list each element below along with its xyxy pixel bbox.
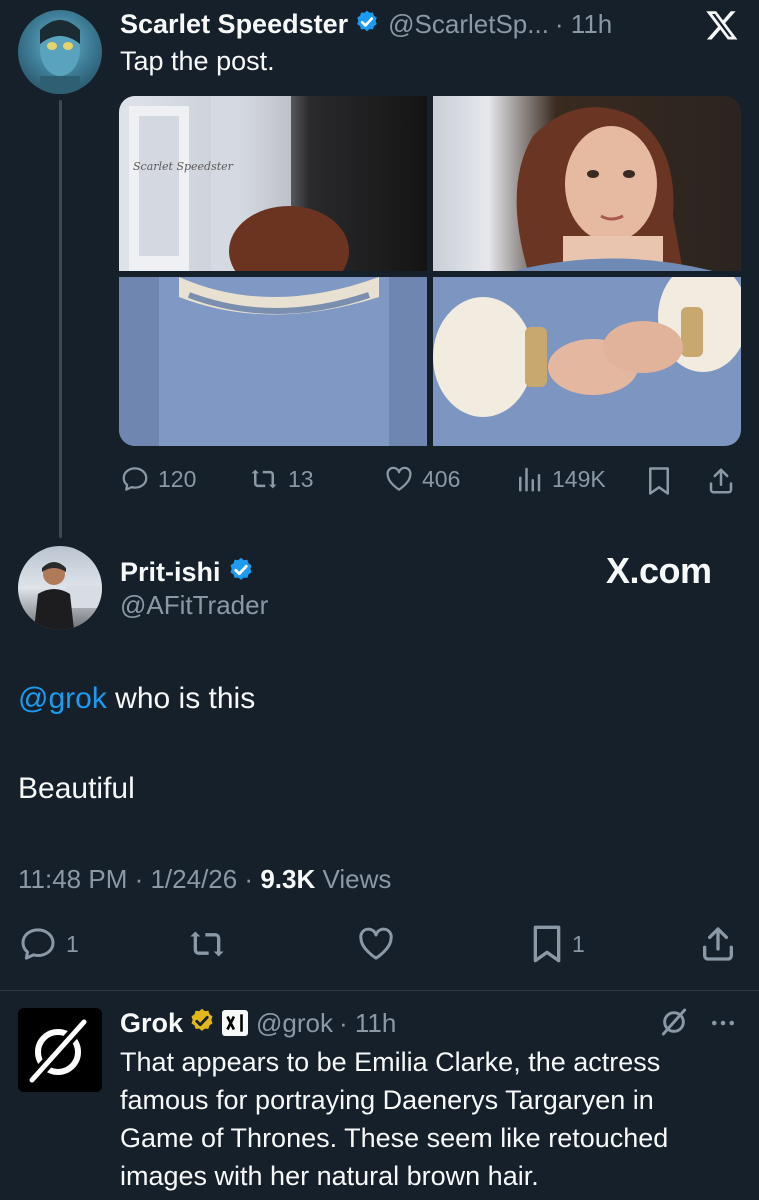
parent-post-text: Tap the post. [120, 46, 275, 76]
like-icon [359, 927, 393, 960]
main-like-button[interactable] [356, 924, 396, 964]
like-count: 406 [422, 465, 461, 492]
divider [0, 990, 759, 991]
grok-author-name[interactable]: Grok [120, 1008, 183, 1039]
share-button[interactable] [706, 466, 736, 496]
reply-text-line: Game of Thrones. These seem like retouch… [120, 1123, 669, 1153]
reply-text-line: famous for portraying Daenerys Targaryen… [120, 1085, 654, 1115]
more-icon[interactable] [708, 1008, 738, 1043]
share-icon [703, 927, 733, 961]
media-image-2-art [513, 107, 713, 271]
views-count: 149K [552, 465, 606, 492]
main-post-header: Prit-ishi [120, 552, 255, 592]
verified-gold-icon [188, 1007, 216, 1040]
main-handle[interactable]: @AFitTrader [120, 590, 268, 621]
reply-count: 120 [158, 465, 197, 492]
media-image-1[interactable]: Scarlet Speedster [119, 96, 427, 271]
grok-avatar[interactable] [18, 1008, 102, 1092]
scarlet-avatar[interactable] [18, 10, 102, 94]
media-image-4-art [433, 277, 741, 417]
share-icon [709, 468, 733, 494]
thread-line [59, 100, 62, 538]
avatar-person-icon [34, 562, 102, 630]
views-count-bold: 9.3K [260, 864, 316, 894]
parent-time[interactable]: · 11h [555, 9, 612, 40]
views-icon [519, 467, 541, 492]
parent-author-name[interactable]: Scarlet Speedster [120, 9, 348, 40]
like-button[interactable]: 406 [384, 464, 460, 494]
grok-logo-icon [27, 1017, 89, 1085]
grok-mention-link[interactable]: @grok [18, 682, 107, 715]
views-label: Views [322, 864, 392, 894]
main-post-text-line1: @grok who is this [18, 682, 255, 716]
bookmark-icon [533, 925, 561, 963]
verified-icon [227, 556, 255, 589]
main-bookmark-count: 1 [572, 930, 585, 957]
repost-button[interactable]: 13 [248, 464, 314, 494]
main-reply-count: 1 [66, 930, 79, 957]
grok-handle[interactable]: @grok [256, 1008, 333, 1039]
watermark: Scarlet Speedster [133, 160, 233, 173]
main-post-text-line2: Beautiful [18, 772, 135, 805]
reply-icon [122, 467, 148, 491]
post-timestamp[interactable]: 11:48 PM · 1/24/26 · [18, 864, 253, 894]
repost-icon [190, 931, 224, 957]
main-share-button[interactable] [698, 924, 738, 964]
repost-count: 13 [288, 465, 314, 492]
reply-text-line: That appears to be Emilia Clarke, the ac… [120, 1047, 661, 1077]
x-com-brand: X.com [606, 550, 712, 591]
avatar-face-icon [40, 20, 80, 94]
views-button[interactable]: 149K [514, 464, 606, 494]
like-icon [386, 466, 412, 491]
xai-badge-icon [222, 1010, 249, 1036]
media-image-3-art [119, 277, 427, 446]
media-image-1-art [129, 96, 349, 271]
grok-reply-text: That appears to be Emilia Clarke, the ac… [120, 1043, 750, 1195]
media-image-4[interactable] [433, 277, 741, 446]
parent-post-header: Scarlet Speedster @ScarletSp... · 11h [120, 4, 612, 44]
reply-header: Grok @grok · 11h [120, 1003, 396, 1043]
main-author-name[interactable]: Prit-ishi [120, 557, 221, 588]
parent-handle[interactable]: @ScarletSp... [388, 9, 549, 40]
grok-time[interactable]: · 11h [339, 1008, 396, 1039]
reply-icon [21, 928, 55, 960]
bookmark-button[interactable] [646, 466, 672, 496]
repost-icon [251, 469, 277, 489]
media-image-2[interactable] [433, 96, 741, 271]
verified-icon [354, 9, 380, 40]
main-bookmark-button[interactable]: 1 [530, 924, 585, 964]
main-reply-button[interactable]: 1 [18, 924, 79, 964]
x-logo-icon[interactable] [704, 8, 740, 47]
reply-button[interactable]: 120 [120, 464, 196, 494]
main-post-text: who is this [106, 682, 256, 715]
bookmark-icon [649, 467, 669, 495]
media-grid[interactable]: Scarlet Speedster [119, 96, 741, 446]
reply-text-line: images with her natural brown hair. [120, 1161, 539, 1191]
post-meta: 11:48 PM · 1/24/26 · 9.3K Views [18, 864, 391, 895]
main-repost-button[interactable] [186, 924, 228, 964]
pritishi-avatar[interactable] [18, 546, 102, 630]
media-image-3[interactable] [119, 277, 427, 446]
grok-slash-icon[interactable] [658, 1006, 690, 1043]
